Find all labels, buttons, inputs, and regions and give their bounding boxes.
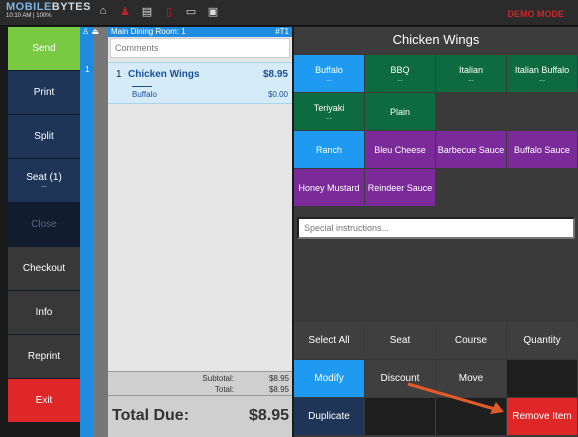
chat-icon[interactable]: ▭: [184, 4, 198, 18]
room-header: Main Dining Room: 1 #T1: [108, 27, 292, 37]
select-all-button[interactable]: Select All: [294, 322, 364, 359]
item-quantity: 1: [116, 69, 122, 80]
annotation-arrow-icon: [407, 382, 504, 414]
room-name: Main Dining Room: 1: [111, 27, 186, 36]
modifier-teriyaki[interactable]: Teriyaki...: [294, 93, 364, 130]
duplicate-button[interactable]: Duplicate: [294, 398, 364, 435]
totals-box: Subtotal: $8.95 Total: $8.95: [108, 371, 292, 395]
subtotal-label: Subtotal:: [202, 374, 234, 383]
empty-slot: [507, 93, 577, 130]
app-logo: MOBILEBYTES: [6, 1, 91, 13]
display-icon[interactable]: ▣: [206, 4, 220, 18]
modifier-honey-mustard[interactable]: Honey Mustard: [294, 169, 364, 206]
modify-button[interactable]: Modify: [294, 360, 364, 397]
total-due-label: Total Due:: [112, 407, 190, 424]
empty-slot: [507, 360, 577, 397]
total-value: $8.95: [268, 385, 289, 394]
comments-input[interactable]: [110, 38, 290, 58]
total-label: Total:: [214, 385, 234, 394]
exit-button[interactable]: Exit: [8, 379, 80, 423]
order-panel: Main Dining Room: 1 #T1 1 Chicken Wings …: [108, 27, 292, 437]
print-button[interactable]: Print: [8, 71, 80, 115]
empty-slot: [436, 169, 506, 206]
modifier-italian-buffalo[interactable]: Italian Buffalo...: [507, 55, 577, 92]
modifier-panel: Chicken Wings Buffalo... BBQ... Italian.…: [294, 27, 578, 437]
special-instructions-input[interactable]: [297, 217, 575, 239]
subtotal-value: $8.95: [268, 374, 289, 383]
order-item-row[interactable]: 1 Chicken Wings $8.95 Buffalo $0.00: [108, 62, 292, 104]
modifier-divider: [132, 86, 152, 87]
modifier-bbq[interactable]: BBQ...: [365, 55, 435, 92]
split-button[interactable]: Split: [8, 115, 80, 159]
close-button[interactable]: Close: [8, 203, 80, 247]
modifier-italian[interactable]: Italian...: [436, 55, 506, 92]
course-strip[interactable]: [94, 27, 108, 437]
modifier-buffalo-sauce[interactable]: Buffalo Sauce: [507, 131, 577, 168]
person-icon[interactable]: ♟: [118, 4, 132, 18]
demo-mode-label: DEMO MODE: [507, 9, 564, 19]
seat-header-icons[interactable]: ♙ ⏏: [82, 27, 99, 36]
item-modifier: Buffalo: [132, 90, 157, 99]
remove-item-button[interactable]: Remove Item: [507, 398, 577, 435]
item-price: $8.95: [262, 69, 288, 80]
modifier-bleu-cheese[interactable]: Bleu Cheese: [365, 131, 435, 168]
reprint-button[interactable]: Reprint: [8, 335, 80, 379]
empty-slot: [436, 93, 506, 130]
modifier-price: $0.00: [267, 90, 288, 99]
seat-number: 1: [85, 65, 90, 74]
action-sidebar: Send Print Split Seat (1)... Close Check…: [8, 27, 80, 423]
total-due-box: Total Due: $8.95: [108, 395, 292, 437]
modifier-reindeer-sauce[interactable]: Reindeer Sauce: [365, 169, 435, 206]
home-icon[interactable]: ⌂: [96, 4, 110, 18]
info-button[interactable]: Info: [8, 291, 80, 335]
modifier-buffalo[interactable]: Buffalo...: [294, 55, 364, 92]
seat-strip[interactable]: 1: [80, 27, 94, 437]
mobile-icon[interactable]: ▯: [162, 4, 176, 18]
modifier-grid: Buffalo... BBQ... Italian... Italian Buf…: [294, 55, 578, 207]
checkout-button[interactable]: Checkout: [8, 247, 80, 291]
modifier-panel-title: Chicken Wings: [294, 27, 578, 53]
table-number: #T1: [275, 27, 289, 36]
quantity-button[interactable]: Quantity: [507, 322, 577, 359]
item-name: Chicken Wings: [128, 69, 200, 80]
modifier-ranch[interactable]: Ranch: [294, 131, 364, 168]
top-toolbar: ⌂ ♟ ▤ ▯ ▭ ▣: [96, 4, 220, 18]
device-status: 10:10 AM | 100%: [6, 13, 52, 19]
course-button[interactable]: Course: [436, 322, 506, 359]
status-bar: MOBILEBYTES 10:10 AM | 100% ⌂ ♟ ▤ ▯ ▭ ▣ …: [0, 0, 578, 26]
modifier-barbecue-sauce[interactable]: Barbecue Sauce: [436, 131, 506, 168]
modifier-plain[interactable]: Plain: [365, 93, 435, 130]
seat-action-button[interactable]: Seat: [365, 322, 435, 359]
send-button[interactable]: Send: [8, 27, 80, 71]
empty-slot: [507, 169, 577, 206]
total-due-value: $8.95: [248, 407, 289, 424]
seat-button[interactable]: Seat (1)...: [8, 159, 80, 203]
drawer-icon[interactable]: ▤: [140, 4, 154, 18]
